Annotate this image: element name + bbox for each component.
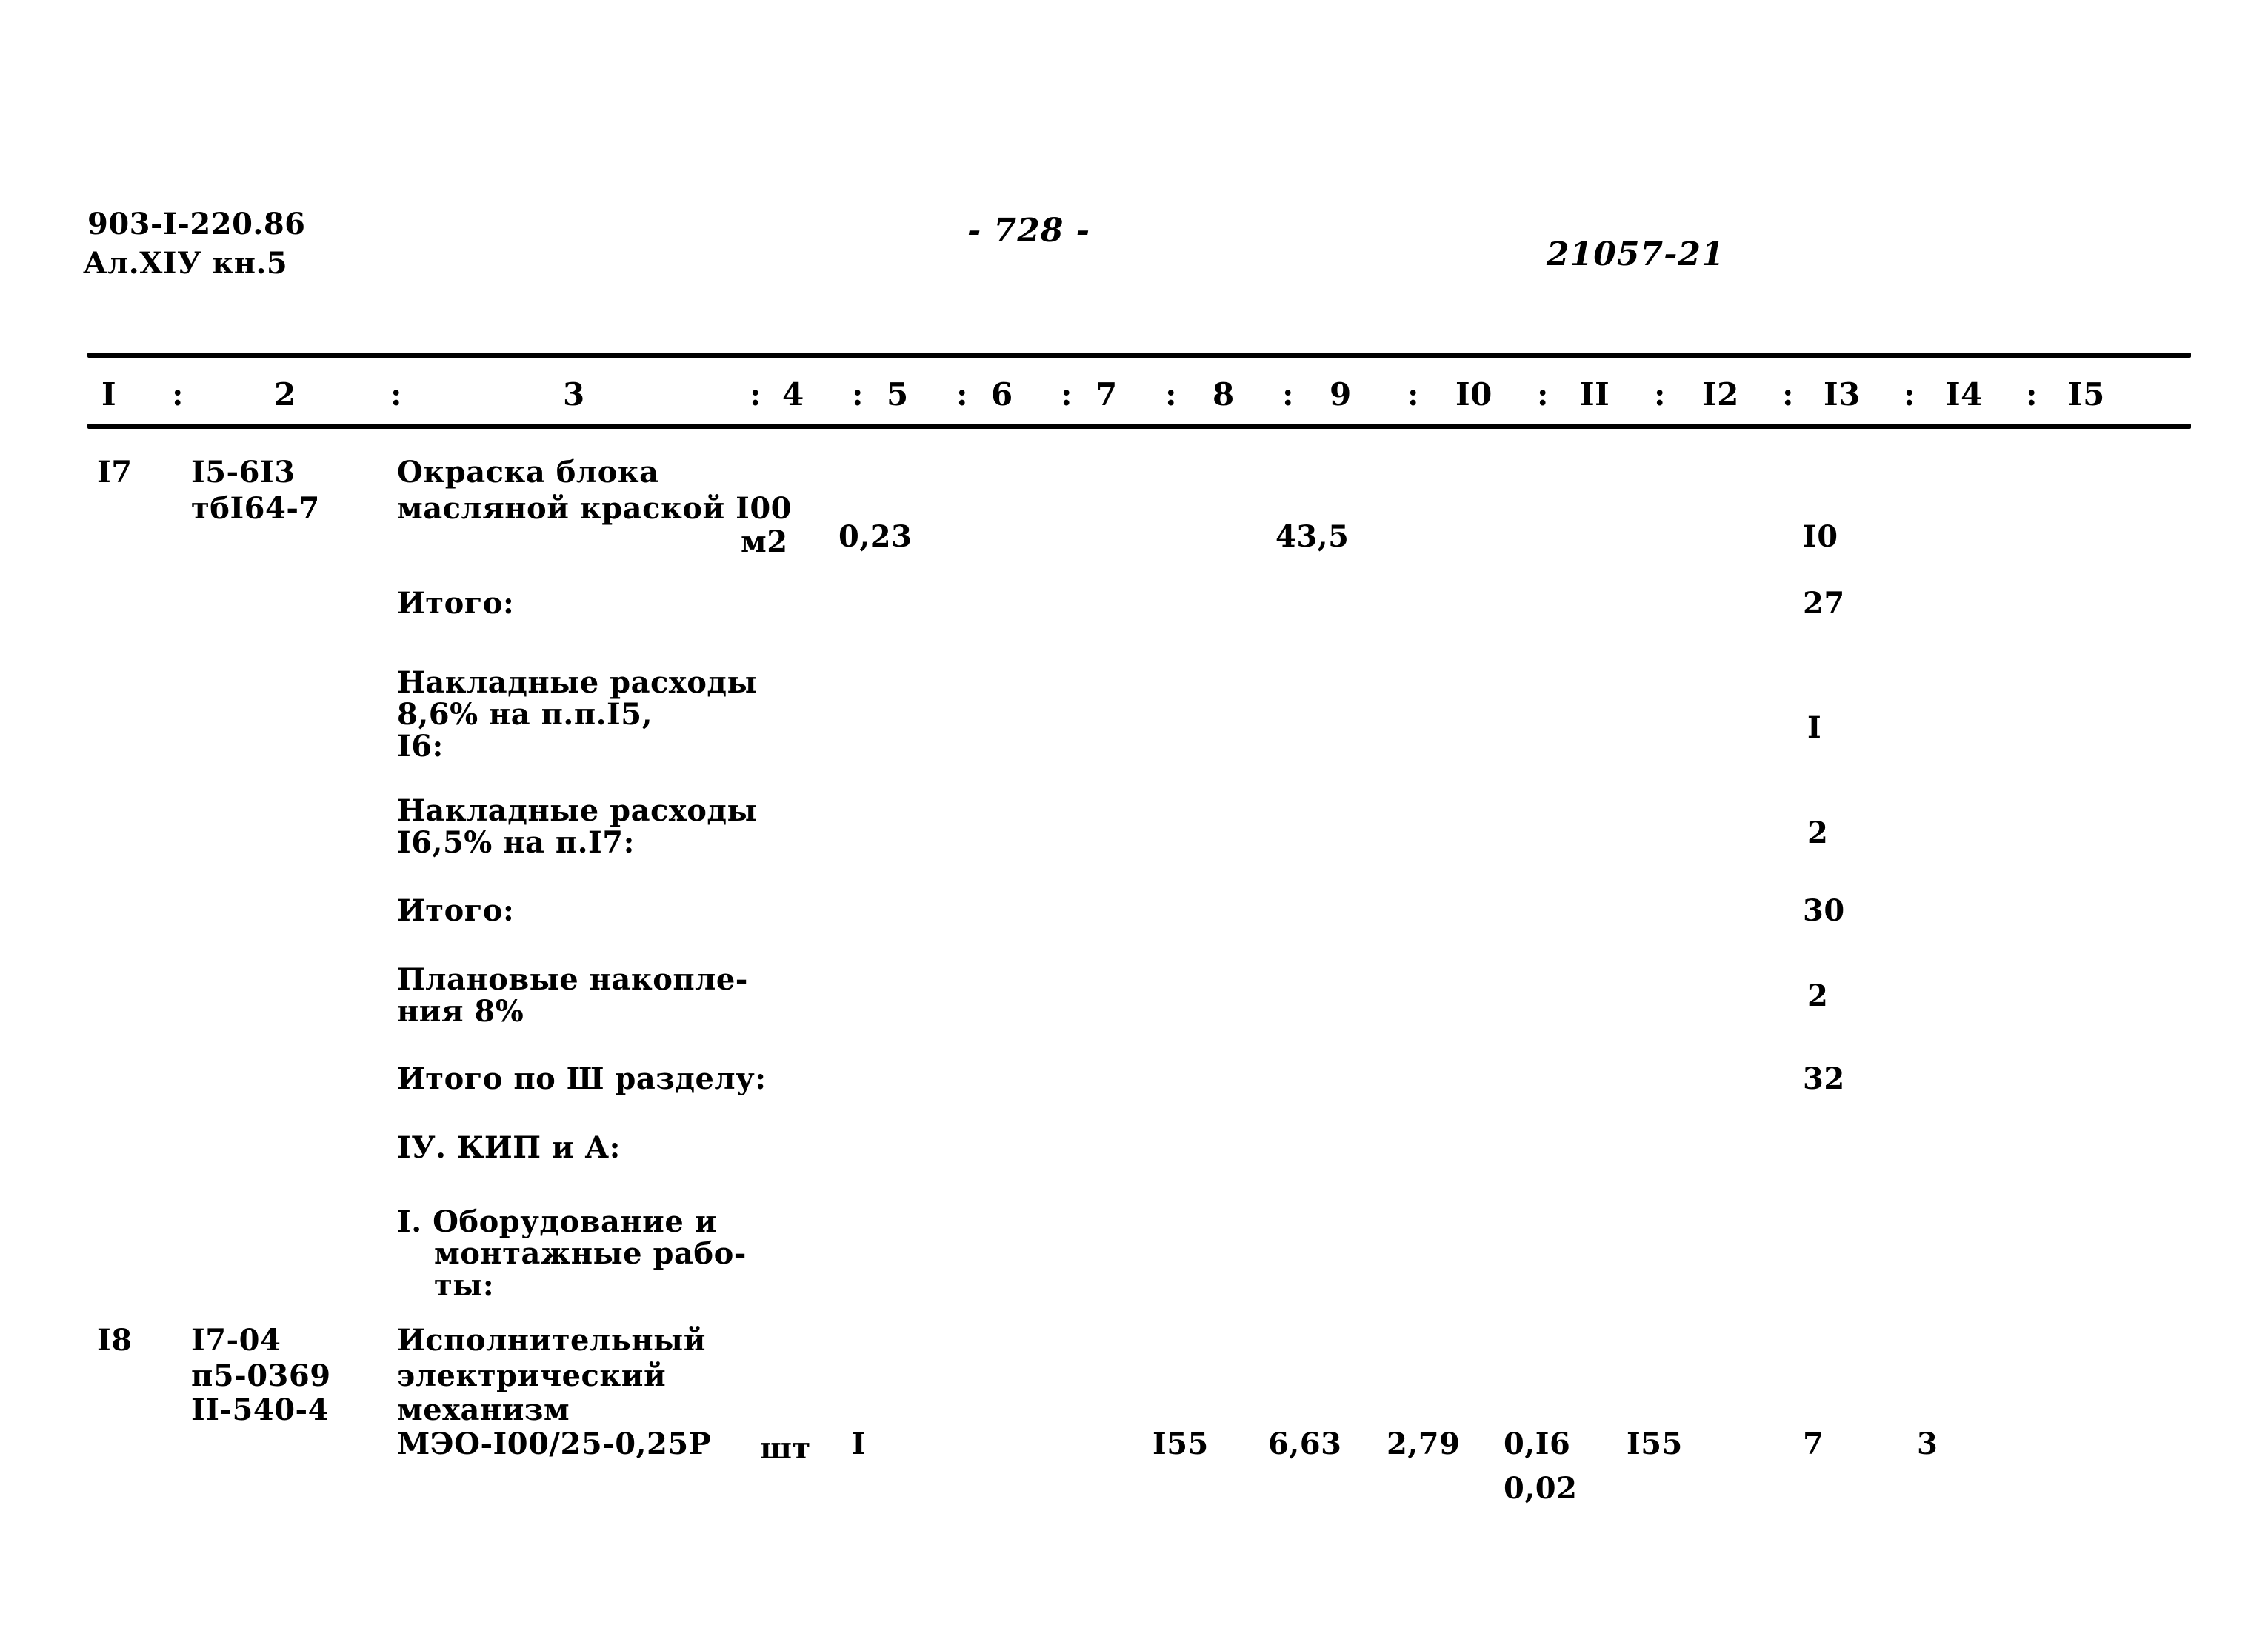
row-overhead-1-line2: 8,6% на п.п.I5, <box>397 697 653 732</box>
row-17-unit: м2 <box>741 524 788 559</box>
doc-code-line1: 903-I-220.86 <box>87 207 306 241</box>
row-18-number: I8 <box>97 1323 133 1358</box>
row-overhead-1-line1: Накладные расходы <box>397 665 758 700</box>
col-sep-13: : <box>1904 376 1916 413</box>
document-page: 903-I-220.86 Ал.ХIУ кн.5 - 728 - 21057-2… <box>0 0 2268 1628</box>
row-18-desc-2: электрический <box>397 1358 667 1393</box>
row-18-col11: I55 <box>1627 1427 1683 1461</box>
col-sep-2: : <box>390 376 403 413</box>
row-17-code-1: I5-6I3 <box>191 455 296 490</box>
row-total-2-label: Итого: <box>397 893 515 928</box>
section-heading-kip: IУ. КИП и А: <box>397 1130 621 1165</box>
row-overhead-2-col13: 2 <box>1807 815 1829 850</box>
row-18-code-3: II-540-4 <box>191 1392 329 1427</box>
row-18-col10: 0,I6 <box>1504 1427 1571 1461</box>
row-overhead-2-line1: Накладные расходы <box>397 793 758 828</box>
col-header-7: 7 <box>1095 376 1118 413</box>
col-sep-12: : <box>1782 376 1795 413</box>
col-sep-9: : <box>1407 376 1420 413</box>
row-total-1-label: Итого: <box>397 586 515 621</box>
row-17-col13: I0 <box>1803 519 1838 554</box>
page-number: - 728 - <box>967 212 1091 250</box>
row-section-total-col13: 32 <box>1803 1061 1845 1096</box>
col-header-4: 4 <box>782 376 804 413</box>
row-18-qty: I <box>852 1427 867 1461</box>
section-heading-equipment-line1: I. Оборудование и <box>397 1204 717 1239</box>
col-sep-4: : <box>852 376 864 413</box>
col-header-14: I4 <box>1946 376 1983 413</box>
table-header-rule <box>87 424 2191 429</box>
col-header-2: 2 <box>274 376 296 413</box>
row-section-total-label: Итого по Ш разделу: <box>397 1061 767 1096</box>
row-18-col7: I55 <box>1153 1427 1209 1461</box>
row-17-qty: 0,23 <box>838 519 913 554</box>
col-sep-3: : <box>750 376 762 413</box>
row-18-desc-1: Исполнительный <box>397 1323 706 1358</box>
row-18-col8: 6,63 <box>1268 1427 1342 1461</box>
row-17-desc-1: Окраска блока <box>397 455 659 490</box>
col-header-5: 5 <box>887 376 909 413</box>
col-header-6: 6 <box>991 376 1013 413</box>
row-overhead-1-line3: I6: <box>397 729 444 764</box>
row-18-desc-3: механизм <box>397 1392 570 1427</box>
col-header-12: I2 <box>1702 376 1739 413</box>
row-18-desc-4: МЭО-I00/25-0,25Р <box>397 1427 712 1461</box>
col-header-10: I0 <box>1455 376 1492 413</box>
row-18-code-2: п5-0369 <box>191 1358 331 1393</box>
row-planned-col13: 2 <box>1807 978 1829 1013</box>
row-overhead-2-line2: I6,5% на п.I7: <box>397 825 635 860</box>
row-18-col13: 7 <box>1803 1427 1824 1461</box>
row-planned-line1: Плановые накопле- <box>397 962 748 997</box>
col-header-15: I5 <box>2068 376 2105 413</box>
sheet-code: 21057-21 <box>1547 236 1725 273</box>
row-18-unit: шт <box>760 1431 811 1466</box>
row-18-col14: 3 <box>1917 1427 1938 1461</box>
row-18-col10-secondary: 0,02 <box>1504 1471 1578 1506</box>
col-header-11: II <box>1580 376 1610 413</box>
row-17-desc-2: масляной краской I00 <box>397 491 792 526</box>
col-sep-14: : <box>2026 376 2038 413</box>
section-heading-equipment-line3: ты: <box>434 1268 495 1303</box>
row-17-code-2: тбI64-7 <box>191 491 320 526</box>
col-sep-1: : <box>172 376 184 413</box>
section-heading-equipment-line2: монтажные рабо- <box>434 1236 747 1271</box>
col-header-9: 9 <box>1330 376 1352 413</box>
row-18-code-1: I7-04 <box>191 1323 281 1358</box>
col-sep-11: : <box>1654 376 1667 413</box>
row-planned-line2: ния 8% <box>397 994 524 1029</box>
col-header-1: I <box>101 376 117 413</box>
table-top-rule <box>87 353 2191 358</box>
col-header-13: I3 <box>1824 376 1861 413</box>
col-sep-8: : <box>1282 376 1295 413</box>
row-overhead-1-col13: I <box>1807 710 1822 745</box>
row-17-col8: 43,5 <box>1275 519 1350 554</box>
col-sep-5: : <box>956 376 969 413</box>
col-header-8: 8 <box>1213 376 1235 413</box>
row-17-number: I7 <box>97 455 133 490</box>
row-total-1-col13: 27 <box>1803 586 1845 621</box>
doc-code-line2: Ал.ХIУ кн.5 <box>83 246 288 281</box>
col-sep-6: : <box>1061 376 1073 413</box>
row-total-2-col13: 30 <box>1803 893 1845 928</box>
col-header-3: 3 <box>563 376 585 413</box>
row-18-col9: 2,79 <box>1387 1427 1461 1461</box>
col-sep-10: : <box>1537 376 1550 413</box>
col-sep-7: : <box>1165 376 1178 413</box>
